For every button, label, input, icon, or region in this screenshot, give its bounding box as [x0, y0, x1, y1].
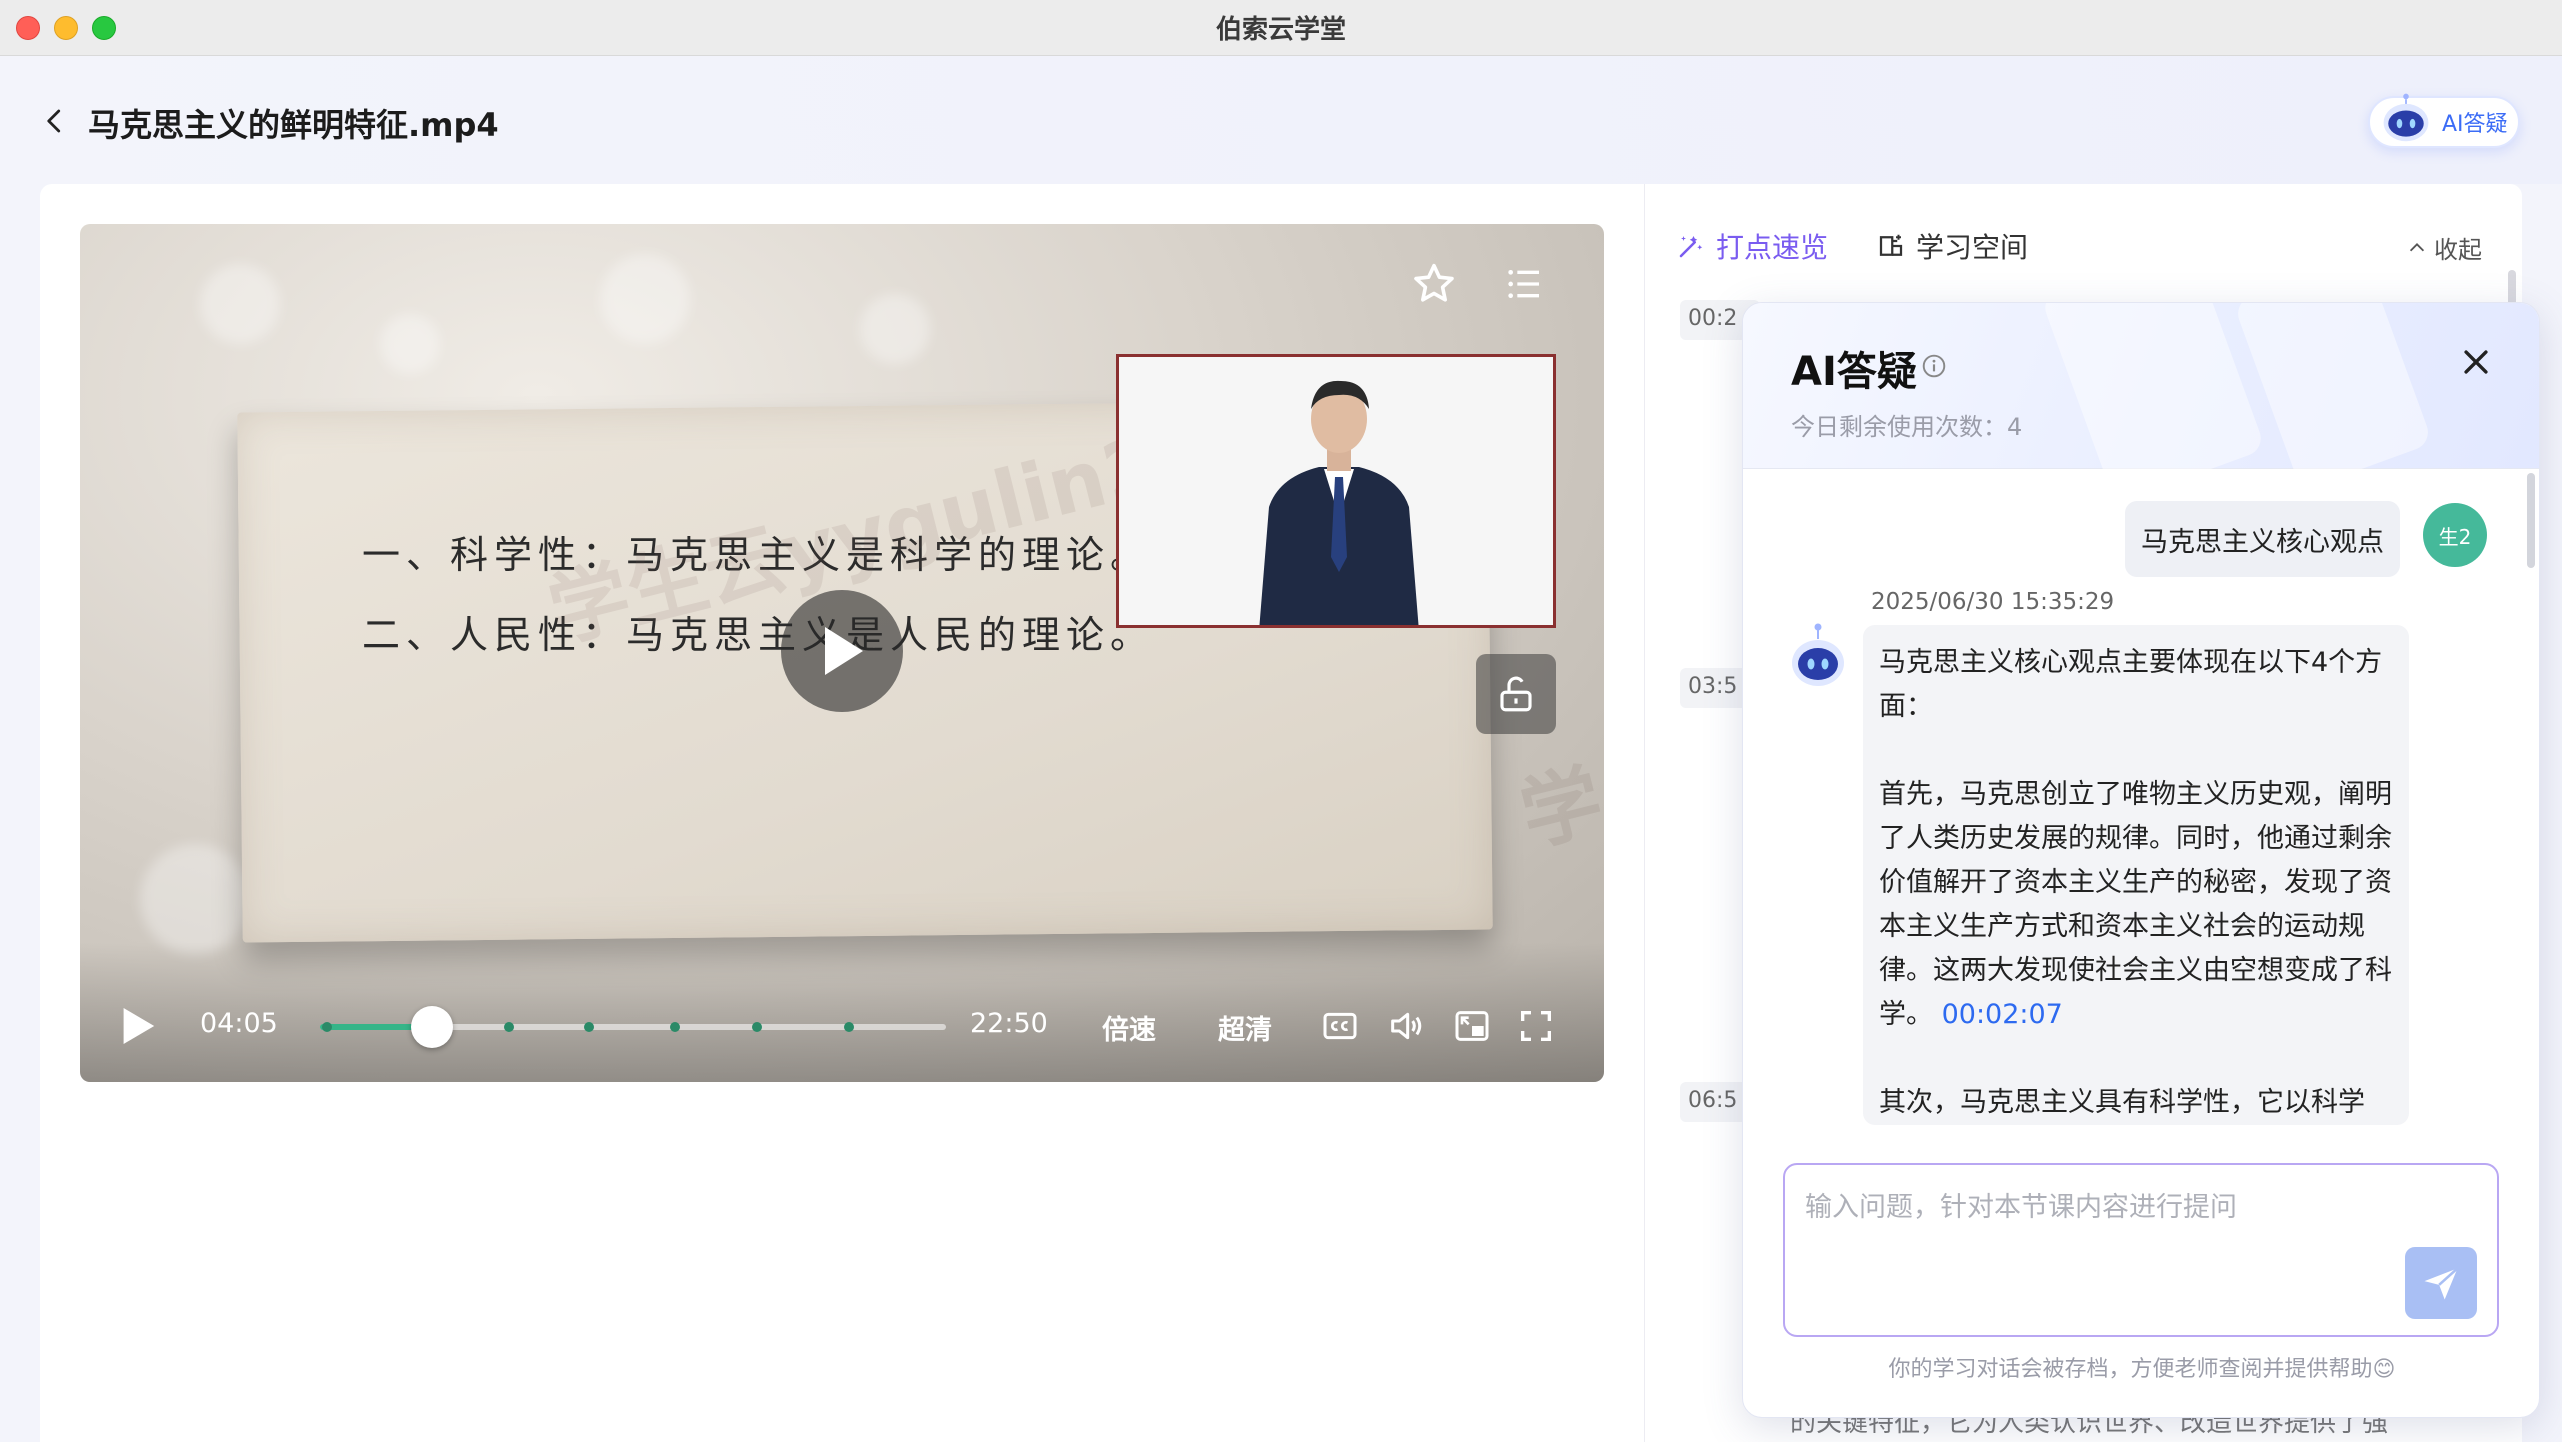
ai-qa-button-label: AI答疑 — [2442, 112, 2508, 137]
chapter-marker[interactable] — [584, 1022, 594, 1032]
send-button[interactable] — [2405, 1247, 2477, 1319]
teacher-figure — [1119, 357, 1553, 625]
title-bar: 伯索云学堂 — [0, 0, 2562, 56]
study-space-icon — [1879, 234, 1903, 256]
question-input-box — [1783, 1163, 2499, 1337]
window-title: 伯索云学堂 — [1215, 15, 1346, 45]
app-window: 伯索云学堂 马克思主义的鲜明特征.mp4 AI答疑 一、科学性：马克思主义是科学… — [0, 0, 2562, 1442]
watermark-2: 学 — [1511, 753, 1604, 864]
info-icon[interactable] — [1921, 353, 1947, 379]
picture-in-picture-icon[interactable] — [1452, 1006, 1492, 1046]
player-controls: 04:05 22:50 倍速 超清 — [80, 942, 1604, 1082]
timestamp-link[interactable]: 00:02:07 — [1942, 999, 2063, 1030]
current-time: 04:05 — [200, 1008, 278, 1039]
back-arrow-icon[interactable] — [40, 106, 70, 136]
tab-key-points[interactable]: 打点速览 — [1676, 226, 1828, 266]
tab-study-space-label: 学习空间 — [1916, 231, 2029, 264]
video-player[interactable]: 一、科学性：马克思主义是科学的理论。 二、人民性：马克思主义是人民的理论。 学生… — [80, 224, 1604, 1082]
archive-notice: 你的学习对话会被存档，方便老师查阅并提供帮助😊 — [1888, 1357, 2396, 1382]
chapter-marker[interactable] — [322, 1022, 332, 1032]
playlist-icon[interactable] — [1504, 264, 1544, 304]
total-time: 22:50 — [970, 1008, 1048, 1039]
answer-paragraph: 首先，马克思创立了唯物主义历史观，阐明了人类历史发展的规律。同时，他通过剩余价值… — [1879, 773, 2393, 1037]
answer-paragraph: 其次，马克思主义具有科学性，它以科学 — [1879, 1087, 2365, 1118]
robot-avatar-icon — [1792, 623, 1844, 686]
chapter-marker[interactable] — [844, 1022, 854, 1032]
ai-qa-dialog: AI答疑 今日剩余使用次数：4 马克思主义核心观点 生2 2025/06/30 … — [1742, 302, 2540, 1418]
page-header: 马克思主义的鲜明特征.mp4 AI答疑 — [0, 56, 2562, 184]
panel-tabs: 打点速览 学习空间 — [1676, 224, 2076, 268]
center-play-button[interactable] — [781, 590, 903, 712]
question-input[interactable] — [1805, 1185, 2365, 1305]
ai-qa-button[interactable]: AI答疑 — [2368, 93, 2520, 148]
screen-lock-button[interactable] — [1476, 654, 1556, 734]
unlock-icon — [1500, 676, 1532, 712]
play-icon[interactable] — [120, 1006, 156, 1046]
window-close-button[interactable] — [16, 16, 40, 40]
window-maximize-button[interactable] — [92, 16, 116, 40]
play-icon — [825, 627, 863, 675]
window-minimize-button[interactable] — [54, 16, 78, 40]
chapter-marker[interactable] — [752, 1022, 762, 1032]
tab-key-points-label: 打点速览 — [1716, 231, 1829, 264]
send-icon — [2424, 1267, 2459, 1300]
magic-wand-icon — [1679, 236, 1703, 258]
robot-icon — [2383, 93, 2429, 142]
answer-paragraph: 马克思主义核心观点主要体现在以下4个方面： — [1879, 647, 2383, 722]
star-icon[interactable] — [1410, 260, 1458, 308]
speed-button[interactable]: 倍速 — [1102, 1008, 1156, 1047]
collapse-button[interactable]: 收起 — [2406, 230, 2482, 265]
quality-button[interactable]: 超清 — [1218, 1008, 1272, 1047]
remaining-usage: 今日剩余使用次数：4 — [1791, 413, 2023, 441]
ai-dialog-scrollbar[interactable] — [2527, 473, 2535, 568]
user-message: 马克思主义核心观点 — [2125, 501, 2400, 577]
tab-study-space[interactable]: 学习空间 — [1876, 226, 2028, 266]
message-timestamp: 2025/06/30 15:35:29 — [1871, 589, 2115, 615]
window-controls — [16, 16, 116, 40]
page-title: 马克思主义的鲜明特征.mp4 — [88, 106, 499, 144]
progress-thumb[interactable] — [411, 1006, 454, 1048]
close-icon[interactable] — [2459, 345, 2493, 379]
ai-answer-message: 马克思主义核心观点主要体现在以下4个方面： 首先，马克思创立了唯物主义历史观，阐… — [1863, 625, 2409, 1125]
answer-paragraph-text: 首先，马克思创立了唯物主义历史观，阐明了人类历史发展的规律。同时，他通过剩余价值… — [1879, 779, 2392, 1030]
panel-divider — [1644, 184, 1645, 1442]
ai-dialog-title: AI答疑 — [1791, 349, 1917, 395]
volume-icon[interactable] — [1386, 1006, 1426, 1046]
teacher-camera-pip[interactable] — [1116, 354, 1556, 628]
chevron-up-icon — [2409, 242, 2425, 251]
collapse-label: 收起 — [2434, 236, 2482, 264]
user-avatar: 生2 — [2423, 503, 2487, 567]
ai-dialog-header: AI答疑 今日剩余使用次数：4 — [1743, 303, 2539, 504]
chapter-marker[interactable] — [504, 1022, 514, 1032]
subtitle-cc-icon[interactable] — [1320, 1006, 1360, 1046]
chapter-marker[interactable] — [670, 1022, 680, 1032]
fullscreen-icon[interactable] — [1516, 1006, 1556, 1046]
progress-slider[interactable] — [320, 1006, 946, 1048]
